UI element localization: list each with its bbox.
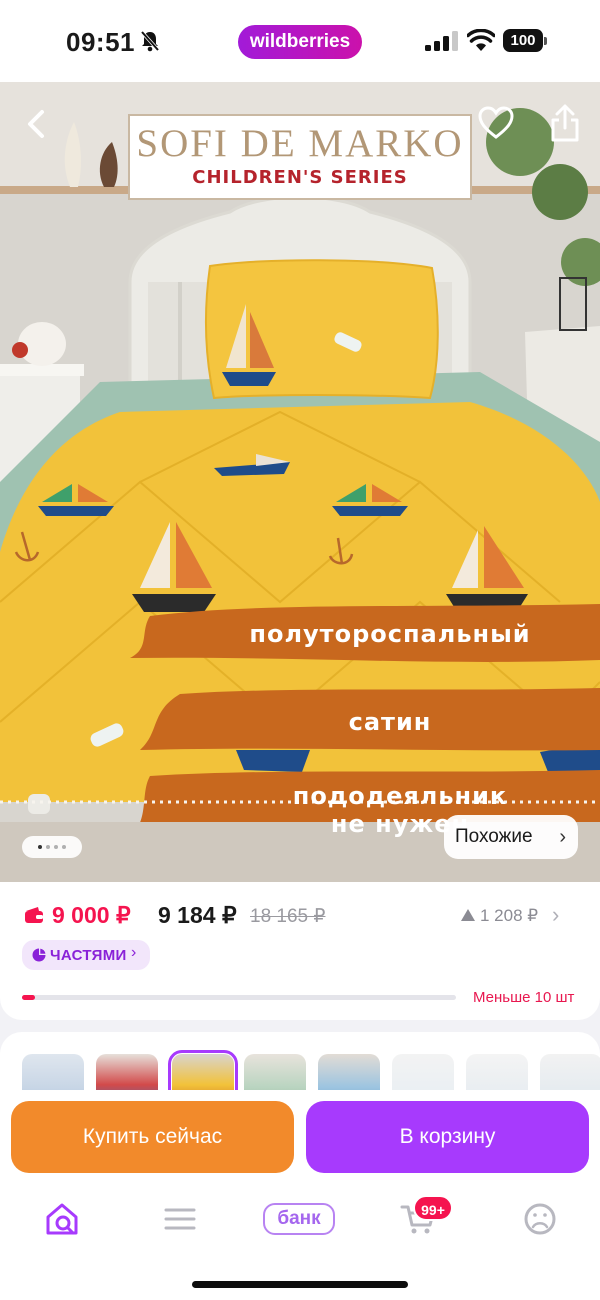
stock-progress-bar xyxy=(22,995,456,1000)
installments-label: ЧАСТЯМИ xyxy=(50,947,127,964)
installments-chip[interactable]: ЧАСТЯМИ › xyxy=(22,940,150,970)
battery-level: 100 xyxy=(503,29,543,52)
price-card: 9 000 ₽ 9 184 ₽ 18 165 ₽ 1 208 ₽ › ЧАСТЯ… xyxy=(0,882,600,1020)
signal-icon xyxy=(425,31,458,51)
brand-name: SOFI DE MARKO xyxy=(136,122,464,165)
battery-tip xyxy=(544,37,547,45)
bell-slash-icon xyxy=(140,30,160,52)
gallery-dot xyxy=(54,845,58,849)
similar-products-button[interactable]: Похожие › xyxy=(444,815,578,859)
heart-icon[interactable] xyxy=(476,104,516,144)
chevron-right-icon: › xyxy=(131,944,137,961)
gallery-dot xyxy=(62,845,66,849)
wifi-icon xyxy=(467,29,495,51)
bank-tab[interactable]: банк xyxy=(263,1203,335,1235)
battery-indicator: 100 xyxy=(503,29,547,52)
gallery-dot xyxy=(38,845,42,849)
bottom-tab-bar: банк 99+ xyxy=(0,1185,600,1300)
product-image-gallery[interactable]: SOFI DE MARKO CHILDREN'S SERIES полуторо… xyxy=(0,82,600,882)
buy-now-button[interactable]: Купить сейчас xyxy=(11,1101,294,1173)
wallet-price: 9 000 ₽ xyxy=(52,902,131,928)
wallet-icon xyxy=(25,907,43,923)
old-price: 18 165 ₽ xyxy=(250,906,326,927)
brand-series: CHILDREN'S SERIES xyxy=(192,167,408,188)
wildberries-app-badge[interactable]: wildberries xyxy=(238,25,362,59)
installments-icon xyxy=(32,948,46,962)
status-time: 09:51 xyxy=(66,27,135,57)
feature-tag-fabric: сатин xyxy=(348,708,432,736)
profile-icon[interactable] xyxy=(518,1199,562,1239)
triangle-up-icon xyxy=(461,909,475,921)
home-indicator[interactable] xyxy=(192,1281,408,1288)
gallery-pagination xyxy=(22,836,82,858)
share-icon[interactable] xyxy=(546,102,584,144)
brand-logo: SOFI DE MARKO CHILDREN'S SERIES xyxy=(128,114,472,200)
similar-label: Похожие xyxy=(455,826,533,847)
home-search-icon[interactable] xyxy=(40,1199,84,1239)
product-screen: 09:51 wildberries 100 SOFI DE MARKO CHIL… xyxy=(0,0,600,1300)
feature-tag-size: полутороспальный xyxy=(249,620,531,648)
purchase-actions: Купить сейчас В корзину xyxy=(0,1090,600,1185)
price-change[interactable]: 1 208 ₽ xyxy=(480,906,538,926)
back-chevron-icon[interactable] xyxy=(18,104,54,144)
stock-status: Меньше 10 шт xyxy=(473,989,575,1006)
gallery-dot xyxy=(46,845,50,849)
product-photo xyxy=(0,82,600,882)
menu-icon[interactable] xyxy=(158,1199,202,1239)
status-bar: 09:51 wildberries 100 xyxy=(0,0,600,82)
chevron-right-icon[interactable]: › xyxy=(552,902,559,928)
cart-count-badge: 99+ xyxy=(413,1195,453,1221)
current-price: 9 184 ₽ xyxy=(158,902,237,928)
add-to-cart-button[interactable]: В корзину xyxy=(306,1101,589,1173)
stock-progress-fill xyxy=(22,995,36,1000)
chevron-right-icon: › xyxy=(559,826,566,848)
